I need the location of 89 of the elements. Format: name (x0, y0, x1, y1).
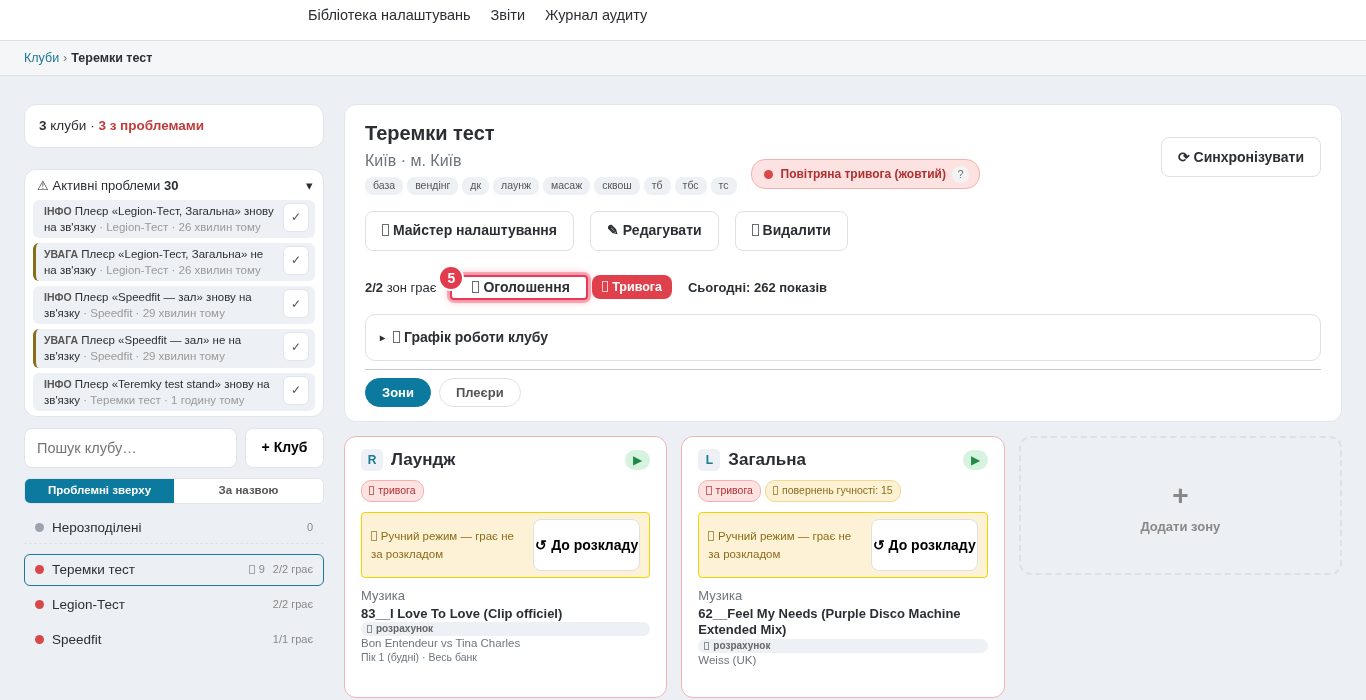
glyph-placeholder-icon (369, 486, 375, 496)
glyph-placeholder-icon (772, 486, 779, 496)
club-item[interactable]: Нерозподілені 0 (24, 511, 324, 544)
play-status: ▶ (625, 449, 651, 470)
nav-link[interactable]: Бібліотека налаштувань (308, 5, 471, 27)
zones-playing: 2/2 зон грає (365, 278, 437, 297)
back-to-schedule-button[interactable]: ↺ До розкладу (870, 519, 978, 571)
view-tab[interactable]: Зони (365, 377, 431, 407)
glyph-placeholder-icon (708, 530, 715, 541)
alert-count: 9 (249, 561, 265, 578)
club-count: 0 (306, 520, 313, 536)
club-name: Нерозподілені (52, 518, 142, 537)
club-location: Київ · м. Київ (365, 151, 463, 171)
zone-name: Загальна (728, 448, 806, 471)
schedule-info: Пік 1 (будні) · Весь банк (361, 651, 478, 665)
problems-title: ⚠ Активні проблеми 30 (37, 177, 179, 196)
music-label: Музика (698, 587, 744, 605)
sort-toggle[interactable]: Проблемні зверху (25, 478, 174, 503)
playing-count: 1/1 грає (272, 632, 313, 648)
add-club-button[interactable]: + Клуб (245, 427, 324, 468)
glyph-placeholder-icon (371, 530, 377, 541)
glyph-placeholder-icon (367, 624, 372, 634)
breadcrumb-current: Теремки тест (71, 49, 153, 67)
tag: дк (462, 177, 490, 195)
playing-count: 2/2 грає (272, 562, 313, 578)
manual-mode-text: Ручний режим — грає не за розкладом (708, 528, 853, 562)
nav-link[interactable]: Журнал аудиту (545, 5, 648, 27)
view-tab[interactable]: Плеєри (438, 377, 521, 407)
club-item[interactable]: Speedfit 1/1 грає (24, 623, 324, 656)
club-name: Speedfit (52, 630, 102, 649)
acknowledge-button[interactable]: ✓ (283, 245, 309, 275)
playing-count: 2/2 грає (272, 597, 313, 613)
today-plays: Сьогодні: 262 показів (687, 278, 827, 297)
tag: сквош (594, 177, 640, 195)
acknowledge-button[interactable]: ✓ (283, 289, 309, 319)
glyph-placeholder-icon (704, 641, 710, 651)
acknowledge-button[interactable]: ✓ (283, 375, 309, 405)
schedule-toggle[interactable]: ▸ Графік роботи клубу (365, 313, 1321, 361)
problem-text: ІНФО Плеєр «Speedfit — зал» знову на зв'язку · Speedfit · 29 хвилин тому (44, 290, 253, 322)
track-title: 83__I Love To Love (Clip officiel) (361, 605, 564, 623)
glyph-placeholder-icon (249, 565, 255, 575)
source-tag: розрахунок (698, 639, 988, 654)
tag: тб (643, 177, 671, 195)
acknowledge-button[interactable]: ✓ (283, 202, 309, 232)
acknowledge-button[interactable]: ✓ (283, 332, 309, 362)
count-badge: 5 (438, 264, 465, 291)
zone-tag: повернень гучності: 15 (764, 480, 901, 502)
sync-button[interactable]: ⟳ Синхронізувати (1160, 137, 1321, 177)
problem-text: УВАГА Плеєр «Speedfit — зал» не на зв'язку · Speedfit · 29 хвилин тому (44, 333, 243, 365)
back-to-schedule-button[interactable]: ↺ До розкладу (533, 519, 641, 571)
source-tag: розрахунок (361, 622, 651, 637)
help-button[interactable]: ? (952, 165, 969, 183)
club-item[interactable]: Legion-Тест 2/2 грає (24, 588, 324, 621)
club-name: Legion-Тест (52, 595, 125, 614)
tag: масаж (543, 177, 591, 195)
nav-link[interactable]: Звіти (490, 5, 525, 27)
zone-name: Лаундж (391, 448, 456, 471)
tag: тбс (674, 177, 707, 195)
track-title: 62__Feel My Needs (Purple Disco Machine Extended Mix) (698, 605, 962, 640)
tag: база (365, 177, 404, 195)
club-name: Теремки тест (52, 560, 135, 579)
action-button[interactable]: Видалити (734, 210, 848, 251)
club-item[interactable]: Теремки тест 9 2/2 грає (24, 553, 324, 586)
breadcrumb-link[interactable]: Клуби (24, 48, 60, 68)
manual-mode-text: Ручний режим — грає не за розкладом (371, 528, 515, 562)
zone-letter: R (361, 448, 383, 471)
breadcrumb-separator: › (63, 49, 68, 67)
search-field[interactable]: Пошук клубу… (24, 427, 237, 468)
air-alert-badge: Повітряна тривога (жовтий) ? (750, 159, 980, 189)
problem-text: УВАГА Плеєр «Legion-Тест, Загальна» не на зв'язку · Legion-Тест · 26 хвилин тому (44, 246, 265, 279)
zone-tag: тривога (698, 480, 761, 502)
action-button[interactable]: Майстер налаштування (365, 210, 574, 251)
zone-tag: тривога (361, 480, 424, 502)
alarm-button[interactable]: Тривога (591, 275, 672, 300)
caret-icon[interactable]: ▾ (306, 176, 313, 196)
problem-text: ІНФО Плеєр «Teremky test stand» знову на зв'язку · Теремки тест · 1 годину тому (44, 376, 271, 408)
club-title: Теремки тест (365, 121, 496, 145)
clubs-summary: 3 клуби · 3 з проблемами (24, 104, 324, 149)
zone-letter: L (698, 448, 721, 471)
play-status: ▶ (962, 449, 988, 470)
music-label: Музика (361, 587, 406, 605)
action-button[interactable]: ✎ Редагувати (589, 210, 719, 251)
glyph-placeholder-icon (706, 486, 712, 496)
tag: лаунж (493, 177, 539, 195)
tag: вендінг (407, 177, 459, 195)
problem-text: ІНФО Плеєр «Legion-Тест, Загальна» знову на зв'язку · Legion-Тест · 26 хвилин тому (44, 203, 275, 235)
tag: тс (710, 177, 737, 195)
track-artist: Weiss (UK) (698, 653, 758, 669)
track-artist: Bon Entendeur vs Tina Charles (361, 636, 522, 652)
